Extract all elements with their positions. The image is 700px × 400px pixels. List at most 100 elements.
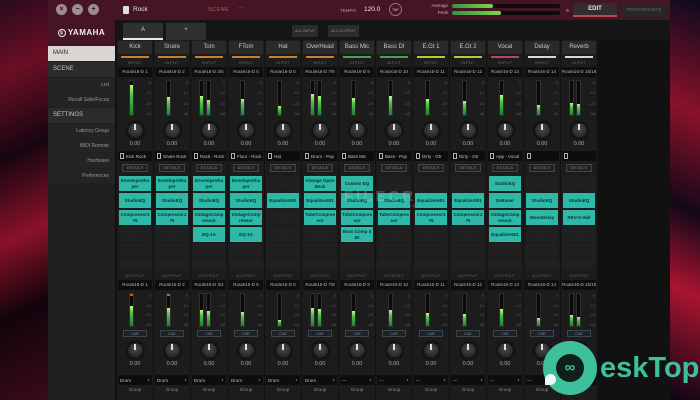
fx-slot-empty[interactable]: -	[267, 244, 299, 255]
fx-slot-eq-1a[interactable]: EQ-1A	[230, 227, 262, 242]
fx-slot-studioeq[interactable]: StudioEQ	[526, 193, 558, 208]
gain-knob[interactable]	[533, 121, 551, 139]
sidebar-item-latency-group[interactable]: Latency Group	[48, 124, 115, 138]
channel-name[interactable]: Kick	[118, 41, 152, 54]
group-dropdown[interactable]: Drum ▼	[192, 375, 226, 385]
input-route[interactable]: Route16-D 6	[266, 67, 300, 77]
preset-selector[interactable]	[525, 151, 559, 161]
details-button[interactable]: DETAILS	[196, 164, 222, 172]
preset-selector[interactable]: Dirty - Gtr	[414, 151, 448, 161]
cue-button[interactable]: CUE	[271, 330, 295, 337]
output-route[interactable]: Route16-D 10	[377, 280, 411, 290]
output-route[interactable]: Route16-D 7/8	[303, 280, 337, 290]
fx-slot-compressor276[interactable]: Compressor276	[156, 210, 188, 225]
fx-slot-empty[interactable]: -	[193, 244, 225, 255]
channel-name[interactable]: Vocal	[488, 41, 522, 54]
preset-selector[interactable]: Bass - Pop	[377, 151, 411, 161]
gain-knob[interactable]	[570, 121, 588, 139]
fx-slot-empty[interactable]: -	[341, 244, 373, 255]
input-route[interactable]: Route16-D 2	[155, 67, 189, 77]
output-route[interactable]: Route16-D 11	[414, 280, 448, 290]
fx-slot-studioeq[interactable]: StudioEQ	[230, 193, 262, 208]
output-knob[interactable]	[496, 341, 514, 359]
output-route[interactable]: Route16-D 12	[451, 280, 485, 290]
fx-slot-empty[interactable]: -	[526, 227, 558, 242]
fx-slot-studioeq[interactable]: StudioEQ	[489, 176, 521, 191]
cue-button[interactable]: CUE	[160, 330, 184, 337]
fx-slot-rev-x-hall[interactable]: REV-X Hall	[563, 210, 595, 225]
fx-slot-studioeq[interactable]: StudioEQ	[563, 193, 595, 208]
fx-slot-compressor276[interactable]: Compressor276	[452, 210, 484, 225]
fx-slot-empty[interactable]: -	[267, 176, 299, 191]
input-route[interactable]: Route16-D 15/16	[562, 67, 596, 77]
fx-slot-empty[interactable]: -	[526, 176, 558, 191]
fx-slot-empty[interactable]: -	[267, 258, 299, 269]
gain-knob[interactable]	[459, 121, 477, 139]
cue-button[interactable]: CUE	[456, 330, 480, 337]
fx-slot-empty[interactable]: -	[119, 258, 151, 269]
fx-slot-envelopeshaper[interactable]: EnvelopeShaper	[193, 176, 225, 191]
fx-slot-empty[interactable]: -	[156, 227, 188, 242]
details-button[interactable]: DETAILS	[233, 164, 259, 172]
sidebar-item-scene[interactable]: SCENE	[48, 62, 115, 77]
details-button[interactable]: DETAILS	[381, 164, 407, 172]
window-minimize-button[interactable]: −	[72, 4, 83, 15]
output-knob[interactable]	[348, 341, 366, 359]
fx-slot-vintagecompressor[interactable]: VintageCompressor	[193, 210, 225, 225]
group-dropdown[interactable]: --- ▼	[451, 375, 485, 385]
channel-name[interactable]: OverHead	[303, 41, 337, 54]
fx-slot-equalizer601[interactable]: Equalizer601	[489, 227, 521, 242]
channel-name[interactable]: Bass DI	[377, 41, 411, 54]
channel-name[interactable]: Tom	[192, 41, 226, 54]
gain-knob[interactable]	[126, 121, 144, 139]
group-dropdown[interactable]: Drum ▼	[155, 375, 189, 385]
preset-selector[interactable]: Snare Rock	[155, 151, 189, 161]
details-button[interactable]: DETAILS	[492, 164, 518, 172]
gain-knob[interactable]	[311, 121, 329, 139]
fx-slot-empty[interactable]: -	[452, 244, 484, 255]
channel-name[interactable]: E.Gt 1	[414, 41, 448, 54]
fx-slot-empty[interactable]: -	[489, 244, 521, 255]
details-button[interactable]: DETAILS	[566, 164, 592, 172]
preset-selector[interactable]: Drum - Pop	[303, 151, 337, 161]
fx-slot-empty[interactable]: -	[119, 244, 151, 255]
fx-slot-empty[interactable]: -	[378, 227, 410, 242]
input-route[interactable]: Route16-D 13	[488, 67, 522, 77]
output-knob[interactable]	[237, 341, 255, 359]
fx-slot-equalizer601[interactable]: Equalizer601	[304, 193, 336, 208]
fx-slot-empty[interactable]: -	[304, 258, 336, 269]
fx-slot-empty[interactable]: -	[415, 258, 447, 269]
details-button[interactable]: DETAILS	[529, 164, 555, 172]
fx-slot-empty[interactable]: -	[378, 258, 410, 269]
fx-slot-empty[interactable]: -	[415, 244, 447, 255]
sidebar-item-midi-remote[interactable]: MIDI Remote	[48, 139, 115, 153]
preset-selector[interactable]: Dirty - Gtr	[451, 151, 485, 161]
details-button[interactable]: DETAILS	[159, 164, 185, 172]
output-knob[interactable]	[163, 341, 181, 359]
output-route[interactable]: Route16-D 2	[155, 280, 189, 290]
gain-knob[interactable]	[422, 121, 440, 139]
gain-knob[interactable]	[237, 121, 255, 139]
group-dropdown[interactable]: --- ▼	[414, 375, 448, 385]
group-dropdown[interactable]: --- ▼	[340, 375, 374, 385]
group-dropdown[interactable]: --- ▼	[377, 375, 411, 385]
sidebar-item-main[interactable]: MAIN	[48, 46, 115, 61]
output-knob[interactable]	[126, 341, 144, 359]
fx-slot-envelopeshaper[interactable]: EnvelopeShaper	[156, 176, 188, 191]
details-button[interactable]: DETAILS	[418, 164, 444, 172]
input-route[interactable]: Route16-D 1	[118, 67, 152, 77]
output-route[interactable]: Route16-D 13	[488, 280, 522, 290]
group-dropdown[interactable]: Drum ▼	[118, 375, 152, 385]
fx-slot-empty[interactable]: -	[452, 176, 484, 191]
cue-button[interactable]: CUE	[493, 330, 517, 337]
performance-tab[interactable]: PERFORMANCE	[621, 3, 667, 17]
output-route[interactable]: Route16-D 3/4	[192, 280, 226, 290]
cue-button[interactable]: CUE	[382, 330, 406, 337]
output-knob[interactable]	[274, 341, 292, 359]
group-dropdown[interactable]: --- ▼	[488, 375, 522, 385]
details-button[interactable]: DETAILS	[455, 164, 481, 172]
fx-slot-eq-1a[interactable]: EQ-1A	[193, 227, 225, 242]
output-route[interactable]: Route16-D 15/16	[562, 280, 596, 290]
channel-name[interactable]: FTom	[229, 41, 263, 54]
output-knob[interactable]	[459, 341, 477, 359]
